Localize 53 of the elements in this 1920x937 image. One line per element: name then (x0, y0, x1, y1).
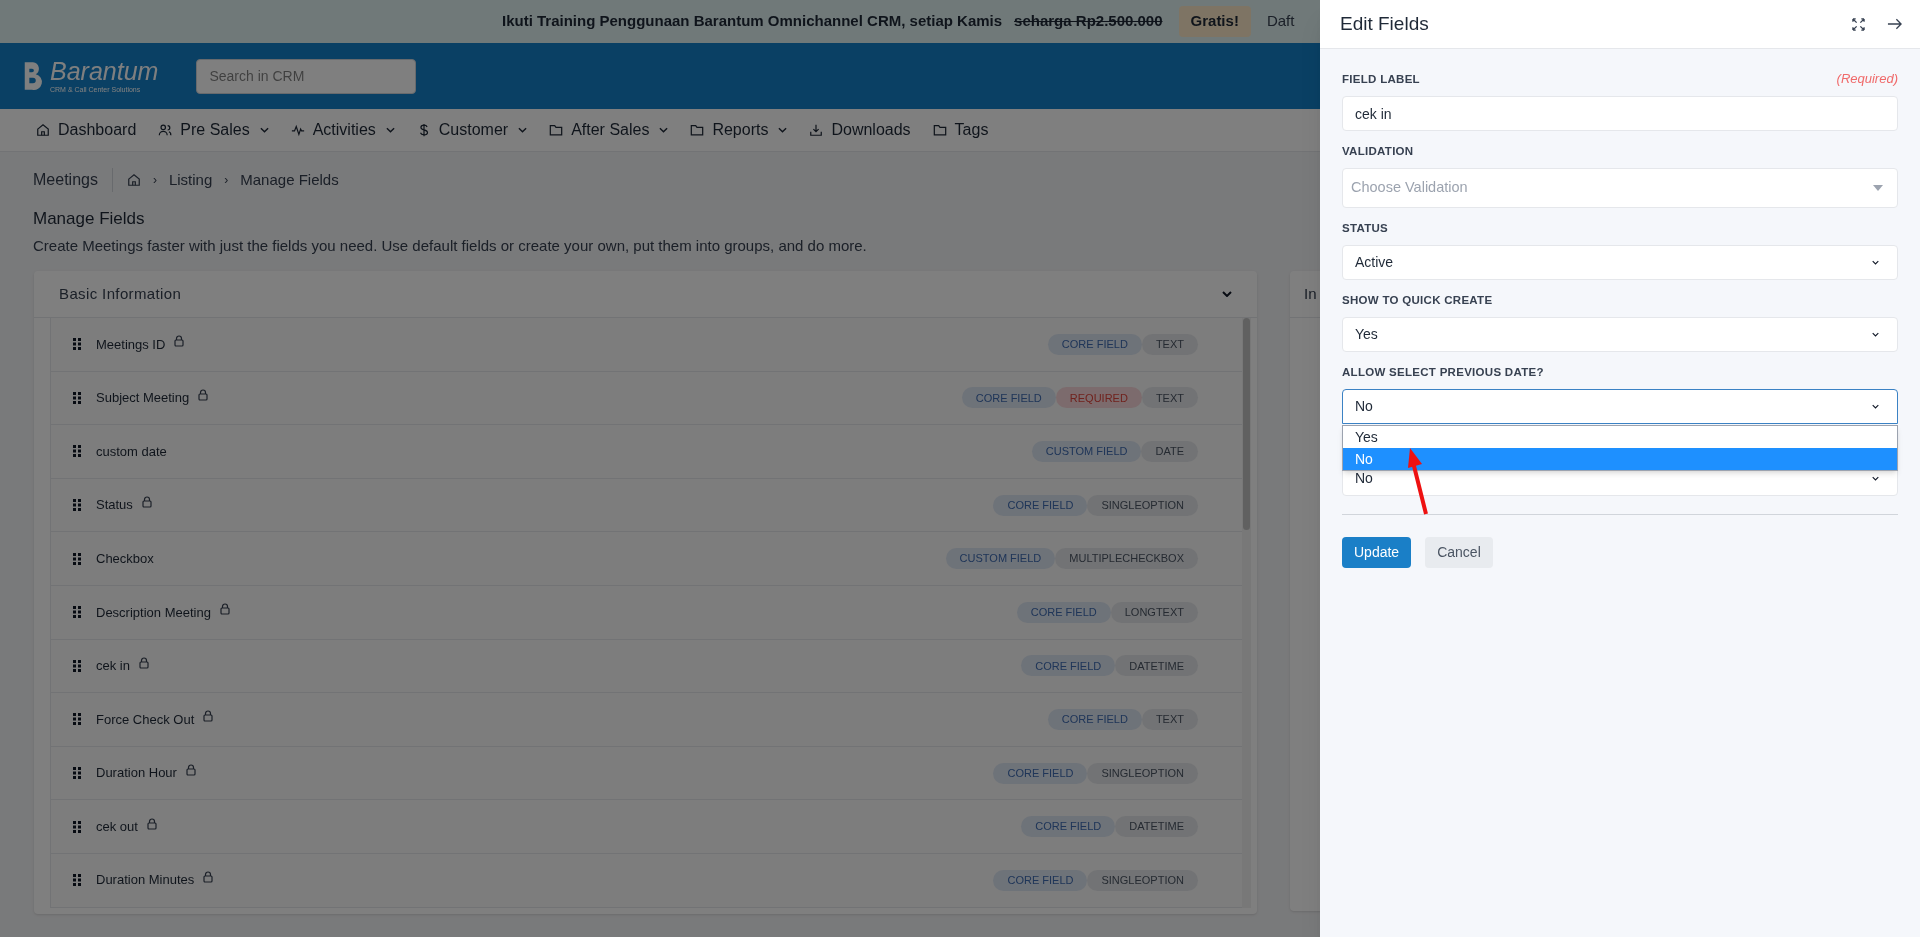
field-type-badge: CORE FIELD (1016, 601, 1111, 623)
field-type-badge: CORE FIELD (993, 762, 1088, 784)
data-type-badge: SINGLEOPTION (1087, 762, 1198, 784)
field-name: Force Check Out (96, 710, 195, 729)
field-label: FIELD LABEL (1342, 71, 1420, 87)
data-type-badge: DATE (1141, 441, 1198, 462)
group-title: In (1304, 283, 1317, 304)
data-type-badge: TEXT (1141, 708, 1198, 730)
field-type-badge: CORE FIELD (961, 387, 1056, 409)
group-title: Basic Information (59, 283, 182, 304)
data-type-badge: SINGLEOPTION (1087, 494, 1198, 516)
module-title: Meetings (33, 168, 113, 192)
banner-text: Ikuti Training Penggunaan Barantum Omnichannel CRM, setiap Kamis (502, 11, 1003, 32)
field-label: VALIDATION (1342, 143, 1414, 159)
breadcrumb-separator: › (152, 172, 157, 189)
field-name: custom date (96, 442, 167, 461)
breadcrumb-separator: › (224, 172, 229, 189)
field-type-badge: CORE FIELD (1021, 655, 1116, 677)
old-price: seharga Rp2.500.000 (1014, 11, 1163, 32)
logo-name: Barantum (50, 59, 159, 84)
field-type-badge: CORE FIELD (993, 494, 1088, 516)
required-note: (Required) (1836, 69, 1898, 88)
field-name: cek in (96, 657, 130, 676)
field-name: Meetings ID (96, 335, 166, 354)
field-label: SHOW TO QUICK CREATE (1342, 292, 1493, 308)
field-name: Status (96, 496, 133, 515)
field-name: Description Meeting (96, 603, 211, 622)
data-type-badge: TEXT (1141, 333, 1198, 355)
data-type-badge: MULTIPLECHECKBOX (1055, 548, 1198, 570)
data-type-badge: DATETIME (1115, 816, 1198, 838)
page-description: Create Meetings faster with just the fields you need. Use default fields or create your own, put them into groups, and do more. (33, 235, 867, 256)
data-type-badge: TEXT (1141, 387, 1198, 409)
field-name: Duration Hour (96, 764, 177, 783)
free-badge: Gratis! (1178, 6, 1251, 37)
placeholder-text: Choose Validation (1351, 178, 1468, 198)
required-badge: REQUIRED (1055, 387, 1142, 409)
page-title: Manage Fields (33, 208, 145, 230)
field-type-badge: CORE FIELD (1047, 333, 1142, 355)
field-name: cek out (96, 817, 138, 836)
panel-title: Edit Fields (1340, 11, 1430, 36)
field-type-badge: CORE FIELD (993, 869, 1088, 891)
data-type-badge: LONGTEXT (1110, 601, 1198, 623)
field-type-badge: CORE FIELD (1021, 816, 1116, 838)
field-label: ALLOW SELECT PREVIOUS DATE? (1342, 364, 1544, 380)
field-name: Subject Meeting (96, 389, 190, 408)
field-type-badge: CUSTOM FIELD (1031, 441, 1142, 462)
data-type-badge: DATETIME (1115, 655, 1198, 677)
field-type-badge: CUSTOM FIELD (945, 548, 1056, 570)
field-label: STATUS (1342, 220, 1389, 236)
data-type-badge: SINGLEOPTION (1087, 869, 1198, 891)
field-name: Checkbox (96, 549, 154, 568)
field-name: Duration Minutes (96, 871, 195, 890)
field-type-badge: CORE FIELD (1047, 708, 1142, 730)
